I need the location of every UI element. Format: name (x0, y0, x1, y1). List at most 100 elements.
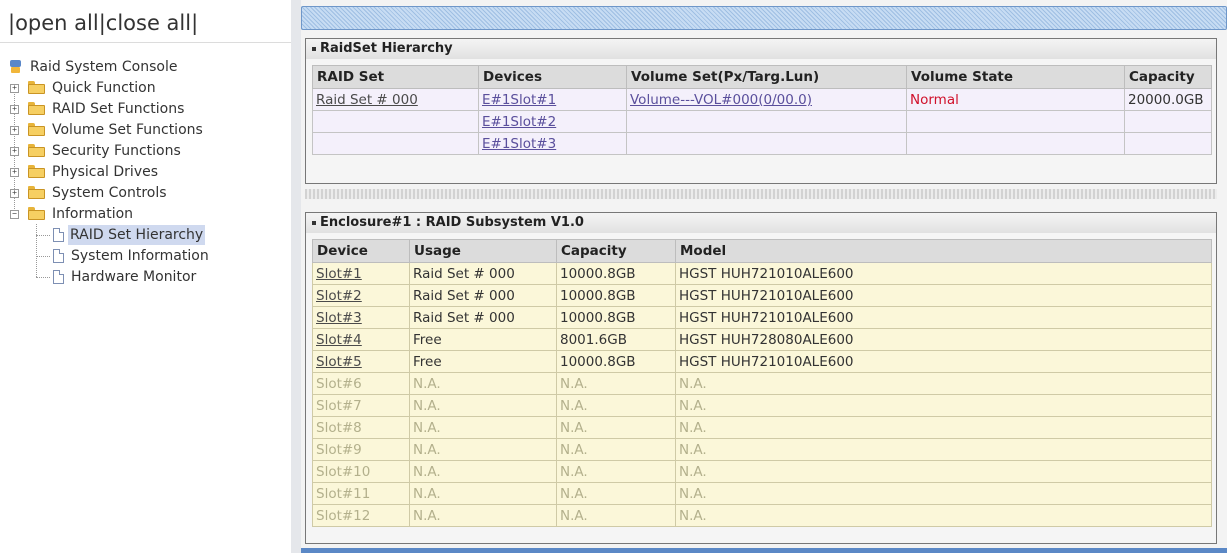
tree-guide-line (36, 256, 50, 257)
model-cell: N.A. (675, 438, 1212, 461)
table-row: Slot#12 N.A. N.A. N.A. (312, 504, 1212, 527)
usage-cell: N.A. (409, 460, 557, 483)
table-cell (906, 132, 1125, 155)
capacity-cell: 10000.8GB (556, 262, 676, 285)
usage-cell: Raid Set # 000 (409, 284, 557, 307)
capacity-cell: N.A. (556, 372, 676, 395)
expand-icon[interactable]: + (10, 126, 19, 135)
model-cell: HGST HUH721010ALE600 (675, 350, 1212, 373)
table-header-row: Device Usage Capacity Model (312, 239, 1212, 263)
device-cell: Slot#4 (312, 328, 410, 351)
table-cell (312, 132, 479, 155)
usage-cell: N.A. (409, 504, 557, 527)
usage-cell: Raid Set # 000 (409, 306, 557, 329)
panel-title: RaidSet Hierarchy (306, 39, 1216, 59)
tree-folder-label: Information (52, 206, 134, 222)
panel-title: Enclosure#1 : RAID Subsystem V1.0 (306, 213, 1216, 233)
slot-link[interactable]: Slot#3 (316, 310, 362, 326)
device-link[interactable]: E#1Slot#2 (482, 114, 556, 130)
slot-link[interactable]: Slot#5 (316, 354, 362, 370)
tree-folder-label: System Controls (52, 185, 167, 201)
device-cell: Slot#10 (312, 460, 410, 483)
expand-icon[interactable]: + (10, 147, 19, 156)
tree-guide-line (36, 224, 37, 277)
close-all-link[interactable]: close all (106, 11, 191, 35)
tree-guide-line (36, 235, 50, 236)
volume-state-cell: Normal (906, 88, 1125, 111)
tree-folder-label: Security Functions (52, 143, 181, 159)
model-cell: HGST HUH721010ALE600 (675, 284, 1212, 307)
usage-cell: Free (409, 328, 557, 351)
volume-set-link[interactable]: Volume---VOL#000(0/00.0) (630, 92, 812, 108)
capacity-cell: N.A. (556, 482, 676, 505)
column-header: Usage (409, 239, 557, 263)
capacity-cell: 8001.6GB (556, 328, 676, 351)
tree-folder-label: Volume Set Functions (52, 122, 203, 138)
table-header-row: RAID Set Devices Volume Set(Px/Targ.Lun)… (312, 65, 1212, 89)
raid-set-link[interactable]: Raid Set # 000 (316, 92, 418, 108)
table-cell (906, 110, 1125, 133)
capacity-cell: N.A. (556, 394, 676, 417)
device-cell: Slot#6 (312, 372, 410, 395)
folder-icon (28, 186, 45, 199)
folder-icon (28, 123, 45, 136)
tree-guide-line (36, 277, 50, 278)
tree-item-label: System Information (71, 248, 209, 264)
table-row: Slot#1 Raid Set # 000 10000.8GB HGST HUH721… (312, 262, 1212, 285)
model-cell: N.A. (675, 416, 1212, 439)
usage-cell: Raid Set # 000 (409, 262, 557, 285)
device-cell: Slot#5 (312, 350, 410, 373)
toolbar-separator: | (98, 11, 106, 35)
expand-icon[interactable]: + (10, 168, 19, 177)
table-row: Slot#9 N.A. N.A. N.A. (312, 438, 1212, 461)
tree-item-label: RAID Set Hierarchy (68, 225, 206, 245)
device-link[interactable]: E#1Slot#3 (482, 136, 556, 152)
table-cell: Raid Set # 000 (312, 88, 479, 111)
table-cell: Volume---VOL#000(0/00.0) (626, 88, 907, 111)
open-all-link[interactable]: open all (15, 11, 99, 35)
table-row: E#1Slot#2 (312, 110, 1212, 133)
column-header: RAID Set (312, 65, 479, 89)
table-row: Slot#5 Free 10000.8GB HGST HUH721010ALE600 (312, 350, 1212, 373)
usage-cell: Free (409, 350, 557, 373)
slot-link[interactable]: Slot#4 (316, 332, 362, 348)
column-header: Volume State (906, 65, 1125, 89)
table-row: Slot#7 N.A. N.A. N.A. (312, 394, 1212, 417)
device-link[interactable]: E#1Slot#1 (482, 92, 556, 108)
capacity-cell: N.A. (556, 438, 676, 461)
column-header: Device (312, 239, 410, 263)
table-cell (1124, 110, 1212, 133)
tree-folder-label: Physical Drives (52, 164, 159, 180)
column-header: Devices (478, 65, 627, 89)
device-cell: Slot#2 (312, 284, 410, 307)
model-cell: N.A. (675, 372, 1212, 395)
navigation-pane: |open all|close all| Raid System Console… (0, 0, 291, 553)
table-cell: E#1Slot#3 (478, 132, 627, 155)
collapse-icon[interactable]: − (10, 210, 19, 219)
column-header: Capacity (1124, 65, 1212, 89)
tree-item-label: Hardware Monitor (71, 269, 197, 285)
column-header: Model (675, 239, 1212, 263)
table-row: Slot#8 N.A. N.A. N.A. (312, 416, 1212, 439)
tree-toolbar: |open all|close all| (8, 6, 198, 40)
table-row: Raid Set # 000 E#1Slot#1 Volume---VOL#00… (312, 88, 1212, 111)
content-pane: RaidSet Hierarchy RAID Set Devices Volum… (301, 0, 1227, 553)
document-icon (53, 270, 64, 284)
expand-icon[interactable]: + (10, 189, 19, 198)
panel-title-text: RaidSet Hierarchy (320, 41, 453, 56)
raidset-table: RAID Set Devices Volume Set(Px/Targ.Lun)… (312, 65, 1212, 155)
folder-icon (28, 102, 45, 115)
tree-folder-label: RAID Set Functions (52, 101, 185, 117)
document-icon (53, 249, 64, 263)
table-row: E#1Slot#3 (312, 132, 1212, 155)
enclosure-table: Device Usage Capacity Model Slot#1 Raid S… (312, 239, 1212, 527)
device-cell: Slot#9 (312, 438, 410, 461)
expand-icon[interactable]: + (10, 84, 19, 93)
frame-divider[interactable] (291, 0, 301, 553)
table-cell (626, 132, 907, 155)
slot-link[interactable]: Slot#1 (316, 266, 362, 282)
slot-link[interactable]: Slot#2 (316, 288, 362, 304)
table-row: Slot#3 Raid Set # 000 10000.8GB HGST HUH721… (312, 306, 1212, 329)
expand-icon[interactable]: + (10, 105, 19, 114)
usage-cell: N.A. (409, 438, 557, 461)
